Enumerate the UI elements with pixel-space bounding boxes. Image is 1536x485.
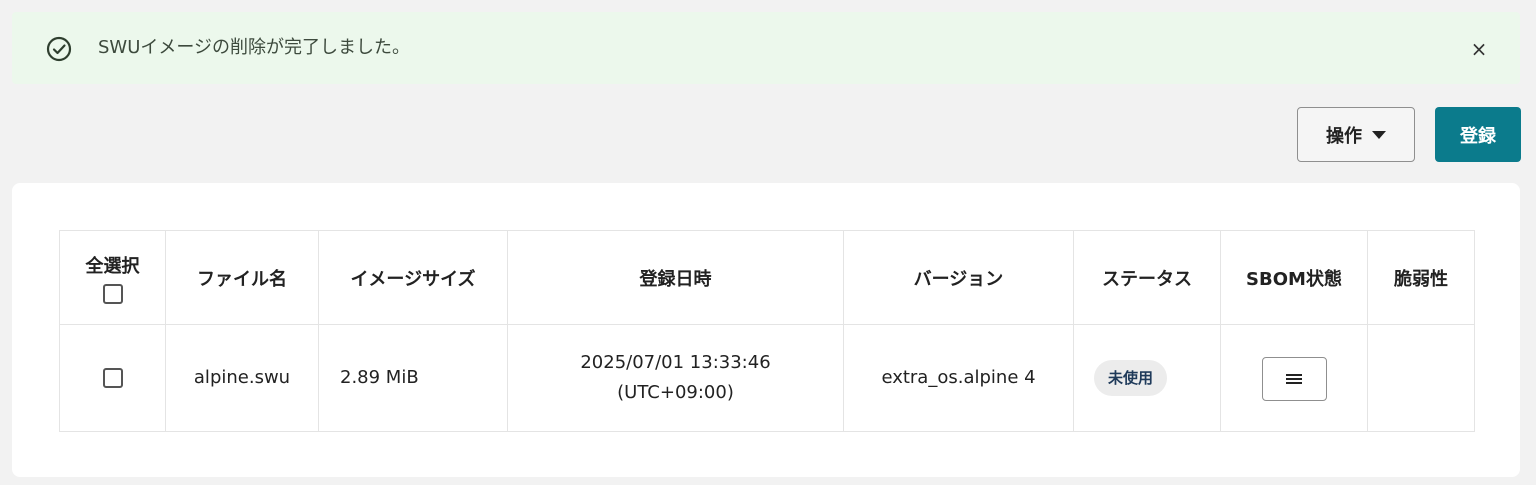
table-row: alpine.swu 2.89 MiB 2025/07/01 13:33:46 … [59,324,1475,432]
select-all-checkbox[interactable] [102,283,123,304]
row-select-cell [59,324,166,432]
caret-down-icon [1372,130,1386,139]
file-name-cell: alpine.swu [165,324,319,432]
alert-message: SWUイメージの削除が完了しました。 [98,37,411,58]
success-alert: SWUイメージの削除が完了しました。 × [12,12,1520,84]
header-status: ステータス [1073,230,1221,325]
sbom-menu-button[interactable] [1261,356,1327,401]
registered-timezone: (UTC+09:00) [617,382,734,403]
vulnerability-cell [1367,324,1475,432]
header-sbom: SBOM状態 [1220,230,1368,325]
close-icon[interactable]: × [1468,38,1490,60]
header-vulnerability: 脆弱性 [1367,230,1475,325]
registered-date: 2025/07/01 13:33:46 [580,352,771,373]
operations-dropdown-button[interactable]: 操作 [1297,107,1415,162]
header-select-all: 全選択 [59,230,166,325]
status-badge: 未使用 [1094,360,1168,396]
swu-image-table: 全選択 ファイル名 イメージサイズ 登録日時 バージョン ステータス SBOM状… [59,230,1475,432]
image-size-cell: 2.89 MiB [318,324,508,432]
register-button[interactable]: 登録 [1435,107,1521,162]
header-registered-at: 登録日時 [507,230,844,325]
header-version: バージョン [843,230,1074,325]
check-circle-icon [46,36,72,62]
row-checkbox[interactable] [102,368,123,388]
registered-at-cell: 2025/07/01 13:33:46 (UTC+09:00) [507,324,844,432]
sbom-cell [1220,324,1368,432]
operations-label: 操作 [1326,125,1362,147]
version-cell: extra_os.alpine 4 [843,324,1074,432]
select-all-label: 全選択 [85,255,140,277]
table-header-row: 全選択 ファイル名 イメージサイズ 登録日時 バージョン ステータス SBOM状… [59,230,1475,325]
image-list-panel: 全選択 ファイル名 イメージサイズ 登録日時 バージョン ステータス SBOM状… [12,183,1520,477]
header-image-size: イメージサイズ [318,230,508,325]
header-file-name: ファイル名 [165,230,319,325]
menu-icon [1286,373,1302,384]
status-cell: 未使用 [1073,324,1221,432]
